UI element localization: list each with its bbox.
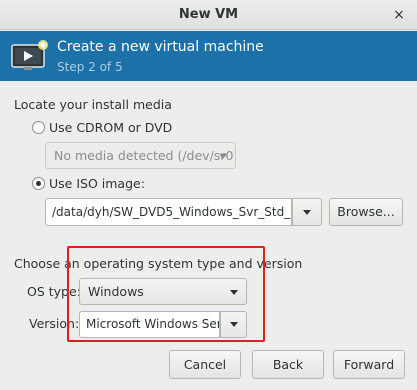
version-label: Version: <box>29 316 80 331</box>
chevron-down-icon <box>230 322 238 327</box>
version-input[interactable]: Microsoft Windows Ser <box>79 311 220 338</box>
cdrom-radio-label[interactable]: Use CDROM or DVD <box>49 120 172 135</box>
monitor-play-icon <box>11 40 48 70</box>
wizard-title: Create a new virtual machine <box>57 39 264 55</box>
version-dropdown-button[interactable] <box>220 311 247 338</box>
browse-button[interactable]: Browse... <box>329 198 403 226</box>
close-icon[interactable]: × <box>389 5 409 25</box>
cdrom-radio[interactable] <box>32 121 45 134</box>
chevron-down-icon <box>219 154 227 159</box>
os-section-heading: Choose an operating system type and vers… <box>14 256 303 271</box>
os-type-value: Windows <box>88 284 144 299</box>
iso-path-input[interactable]: /data/dyh/SW_DVD5_Windows_Svr_Std_ar <box>45 198 292 226</box>
cdrom-dropdown-value: No media detected (/dev/sr0) <box>54 148 236 163</box>
cdrom-dropdown: No media detected (/dev/sr0) <box>45 142 236 169</box>
window-title: New VM <box>178 7 239 22</box>
chevron-down-icon <box>303 210 311 215</box>
cancel-button[interactable]: Cancel <box>169 350 241 379</box>
iso-history-dropdown-button[interactable] <box>292 198 322 226</box>
forward-button[interactable]: Forward <box>333 350 405 379</box>
chevron-down-icon <box>230 290 238 295</box>
os-type-dropdown[interactable]: Windows <box>79 278 247 305</box>
back-button[interactable]: Back <box>252 350 324 379</box>
iso-radio-label[interactable]: Use ISO image: <box>49 176 145 191</box>
wizard-header: Create a new virtual machine Step 2 of 5 <box>0 31 417 81</box>
wizard-step: Step 2 of 5 <box>57 60 123 74</box>
os-type-label: OS type: <box>27 284 81 299</box>
iso-radio[interactable] <box>32 177 45 190</box>
install-media-heading: Locate your install media <box>14 97 172 112</box>
window-titlebar: New VM × <box>0 0 417 30</box>
